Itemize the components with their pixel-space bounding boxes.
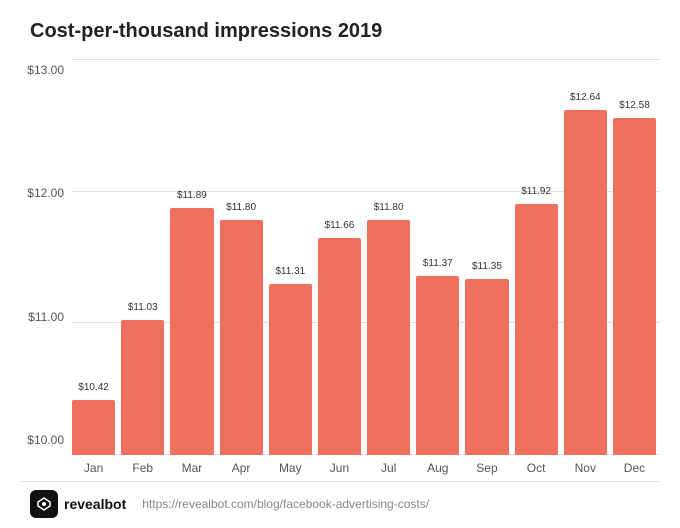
bar-value-label: $11.35 xyxy=(472,261,502,272)
bar: $11.35 xyxy=(465,279,508,455)
bar-value-label: $12.64 xyxy=(570,92,601,103)
x-axis: Jan Feb Mar Apr May Jun Jul Aug Sep Oct Nov Dec xyxy=(72,455,660,475)
x-axis-label: Apr xyxy=(220,461,263,475)
bar-col: $12.64 xyxy=(564,63,607,455)
y-axis-label: $13.00 xyxy=(27,63,64,77)
x-axis-label: Oct xyxy=(515,461,558,475)
x-axis-label: Jun xyxy=(318,461,361,475)
x-axis-label: Mar xyxy=(170,461,213,475)
bar-col: $11.66 xyxy=(318,63,361,455)
bar-value-label: $10.42 xyxy=(78,382,109,393)
bar: $11.80 xyxy=(367,220,410,455)
bar: $11.92 xyxy=(515,204,558,455)
footer-url: https://revealbot.com/blog/facebook-adve… xyxy=(142,497,429,511)
x-axis-label: Dec xyxy=(613,461,656,475)
x-axis-label: Aug xyxy=(416,461,459,475)
bar: $11.89 xyxy=(170,208,213,455)
bar-value-label: $11.92 xyxy=(521,186,551,197)
x-axis-label: May xyxy=(269,461,312,475)
bar: $11.03 xyxy=(121,320,164,455)
bar-col: $11.80 xyxy=(220,63,263,455)
y-axis: $13.00 $12.00 $11.00 $10.00 xyxy=(20,59,72,475)
x-axis-label: Nov xyxy=(564,461,607,475)
bar-value-label: $12.58 xyxy=(619,100,650,111)
bar: $12.58 xyxy=(613,118,656,455)
bar-value-label: $11.66 xyxy=(325,220,355,231)
bar-col: $11.35 xyxy=(465,63,508,455)
x-axis-label: Jan xyxy=(72,461,115,475)
bar-col: $11.03 xyxy=(121,63,164,455)
bar-col: $11.80 xyxy=(367,63,410,455)
chart-title: Cost-per-thousand impressions 2019 xyxy=(30,20,660,43)
bar-col: $11.31 xyxy=(269,63,312,455)
bars-row: $10.42$11.03$11.89$11.80$11.31$11.66$11.… xyxy=(72,59,660,455)
y-axis-label: $11.00 xyxy=(28,310,64,324)
bar-value-label: $11.89 xyxy=(177,190,207,201)
chart-area: $13.00$12.00$11.00$10.00 $10.42$11.03$11… xyxy=(20,59,660,475)
chart-body: $10.42$11.03$11.89$11.80$11.31$11.66$11.… xyxy=(72,59,660,475)
x-axis-label: Jul xyxy=(367,461,410,475)
bar-value-label: $11.80 xyxy=(374,202,404,213)
x-axis-label: Sep xyxy=(465,461,508,475)
bar-col: $11.37 xyxy=(416,63,459,455)
bar: $11.80 xyxy=(220,220,263,455)
logo-box: revealbot xyxy=(30,490,126,518)
y-axis-label: $12.00 xyxy=(27,186,64,200)
bar: $11.66 xyxy=(318,238,361,455)
bar-value-label: $11.31 xyxy=(275,266,305,277)
bar-col: $11.92 xyxy=(515,63,558,455)
bar-col: $12.58 xyxy=(613,63,656,455)
bar-value-label: $11.80 xyxy=(226,202,256,213)
bar: $10.42 xyxy=(72,400,115,455)
bar-col: $10.42 xyxy=(72,63,115,455)
logo-text: revealbot xyxy=(64,496,126,512)
bar: $11.37 xyxy=(416,276,459,455)
bar: $12.64 xyxy=(564,110,607,455)
bars-and-grid: $10.42$11.03$11.89$11.80$11.31$11.66$11.… xyxy=(72,59,660,455)
revealbot-icon xyxy=(30,490,58,518)
bar-value-label: $11.03 xyxy=(128,302,158,313)
footer: revealbot https://revealbot.com/blog/fac… xyxy=(20,481,660,518)
y-axis-label: $10.00 xyxy=(27,433,64,447)
bar: $11.31 xyxy=(269,284,312,455)
bar-col: $11.89 xyxy=(170,63,213,455)
bar-value-label: $11.37 xyxy=(423,258,453,269)
x-axis-label: Feb xyxy=(121,461,164,475)
